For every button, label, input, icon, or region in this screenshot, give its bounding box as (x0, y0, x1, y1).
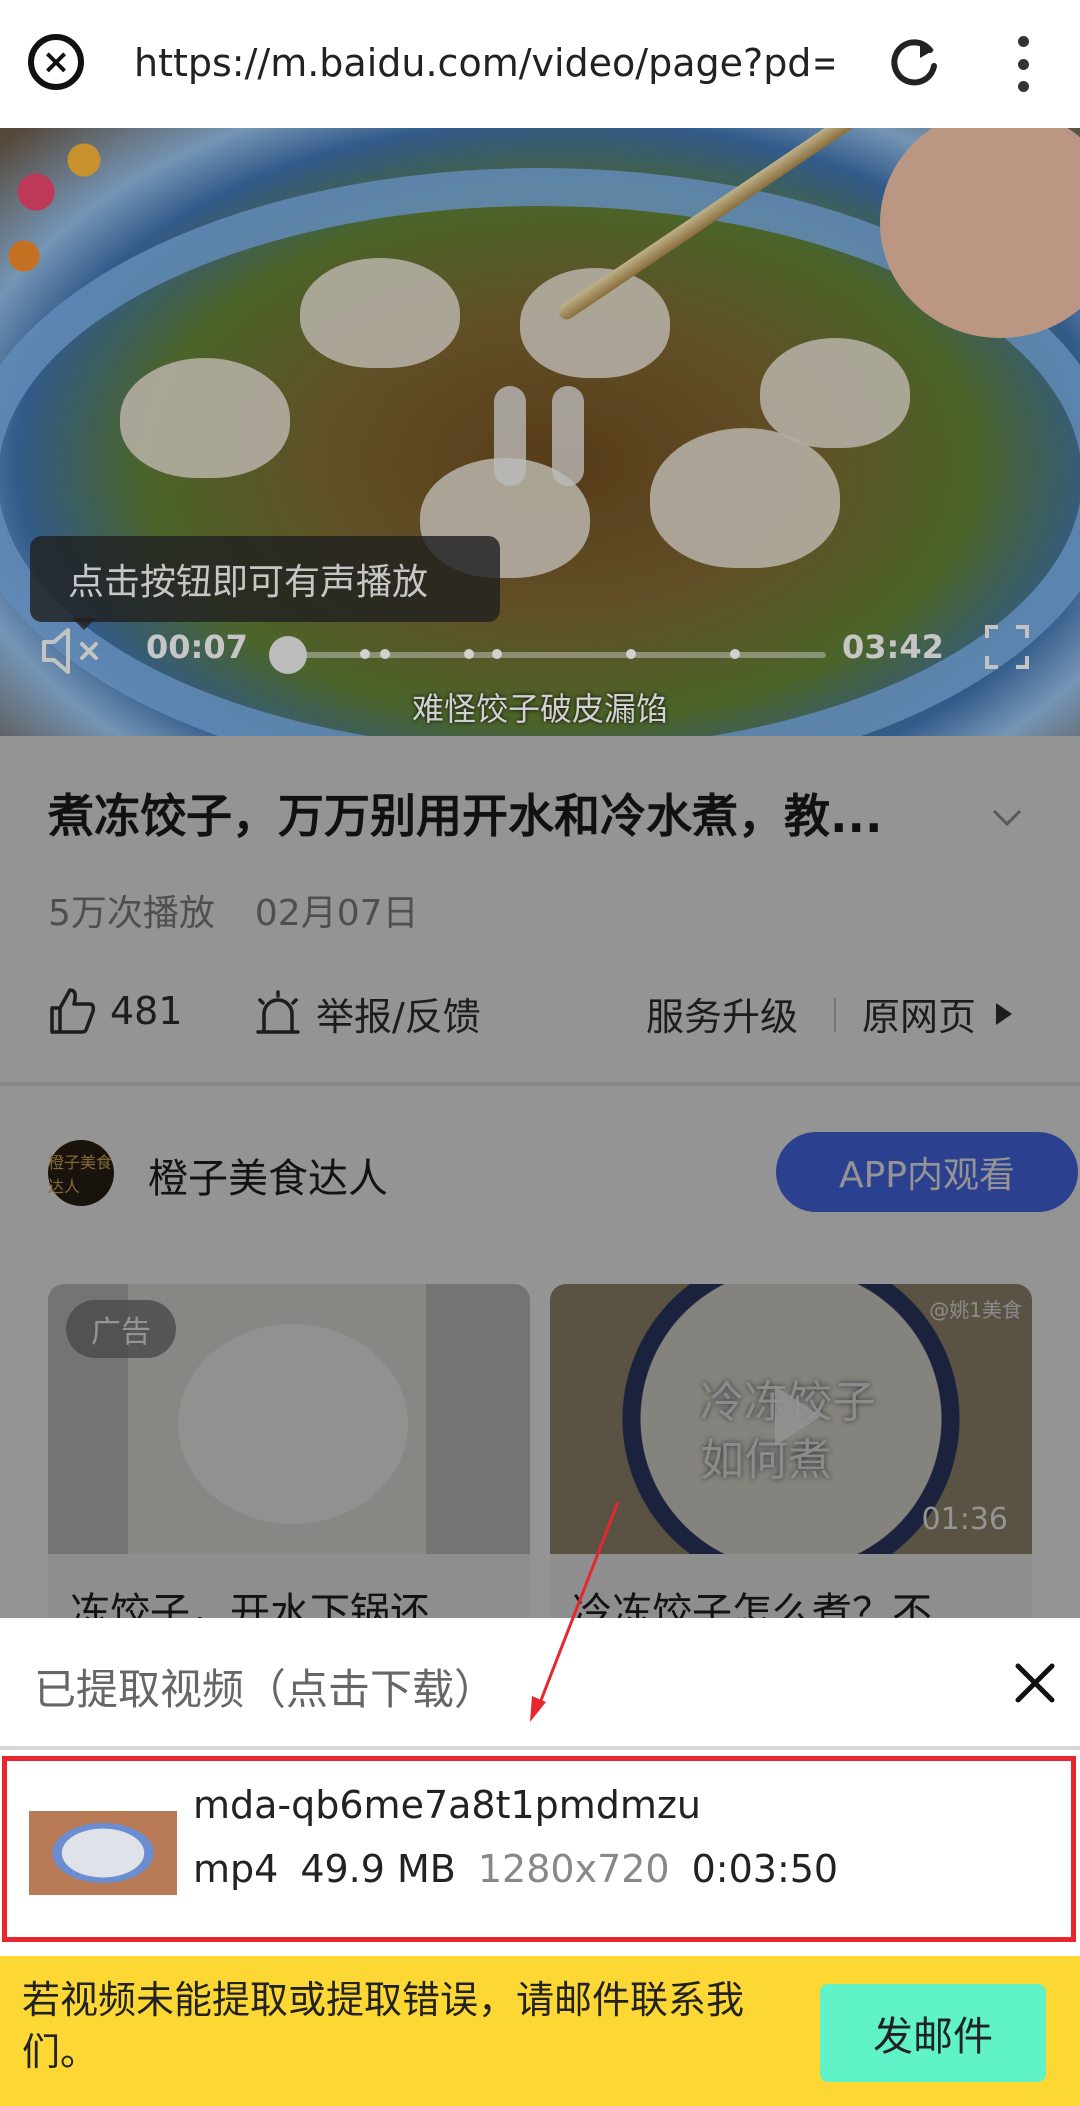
video-size: 49.9 MB (300, 1847, 456, 1891)
video-filename: mda-qb6me7a8t1pmdmzu (193, 1783, 701, 1827)
extracted-video-panel: 已提取视频（点击下载） mda-qb6me7a8t1pmdmzu mp4 49.9… (0, 1618, 1080, 1958)
reload-icon[interactable] (884, 32, 944, 92)
feedback-message: 若视频未能提取或提取错误，请邮件联系我们。 (22, 1978, 745, 2074)
modal-backdrop[interactable] (0, 736, 1080, 1618)
video-resolution: 1280x720 (477, 1847, 670, 1891)
panel-divider (0, 1746, 1080, 1750)
video-format: mp4 (193, 1847, 279, 1891)
video-dim-overlay (0, 128, 1080, 736)
browser-toolbar: × https://m.baidu.com/video/page?pd=vid (0, 0, 1080, 128)
video-thumbnail (29, 1811, 177, 1895)
video-length: 0:03:50 (691, 1847, 839, 1891)
url-field[interactable]: https://m.baidu.com/video/page?pd=vid (134, 38, 834, 88)
close-icon[interactable] (1010, 1658, 1060, 1708)
close-icon[interactable]: × (28, 34, 84, 90)
more-menu-icon[interactable] (1008, 36, 1038, 92)
video-info: mp4 49.9 MB 1280x720 0:03:50 (193, 1847, 860, 1891)
panel-title: 已提取视频（点击下载） (34, 1665, 497, 1714)
extracted-video-item[interactable]: mda-qb6me7a8t1pmdmzu mp4 49.9 MB 1280x720 0… (2, 1756, 1076, 1942)
send-email-button[interactable]: 发邮件 (820, 1984, 1046, 2082)
feedback-footer: 若视频未能提取或提取错误，请邮件联系我们。 发邮件 (0, 1956, 1080, 2106)
